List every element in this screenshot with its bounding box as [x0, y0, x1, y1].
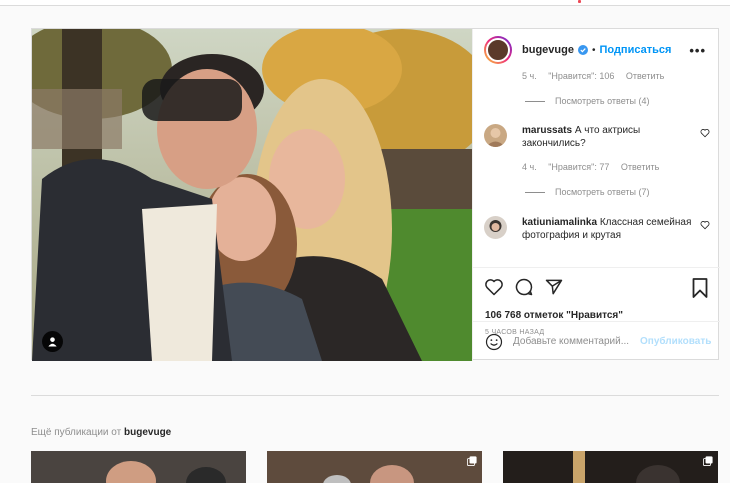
post-card: bugevuge • Подписаться ••• 5 ч. "Нравитс…	[31, 28, 720, 361]
likes-count[interactable]: 106 768 отметок "Нравится"	[485, 310, 623, 321]
comment-likes[interactable]: "Нравится": 106	[548, 71, 614, 81]
tagged-users-button[interactable]	[42, 331, 63, 352]
like-comment-icon[interactable]	[700, 128, 710, 138]
publication-thumbnail[interactable]	[267, 451, 482, 483]
comment-input[interactable]: Добавьте комментарий...	[513, 336, 637, 347]
header-separator: •	[591, 44, 596, 56]
thumbnail-image	[267, 451, 482, 483]
comments-list: 5 ч. "Нравится": 106 Ответить Посмотреть…	[473, 71, 720, 266]
view-replies-label: Посмотреть ответы (7)	[555, 187, 650, 197]
emoji-icon[interactable]	[485, 333, 503, 351]
more-publications-heading: Ещё публикации от bugevuge	[31, 427, 171, 438]
commenter-avatar[interactable]	[484, 124, 507, 147]
more-publications-prefix: Ещё публикации от	[31, 427, 122, 438]
publish-button[interactable]: Опубликовать	[640, 336, 711, 347]
post-header: bugevuge • Подписаться •••	[473, 29, 720, 71]
bookmark-icon[interactable]	[692, 278, 708, 298]
commenter-username[interactable]: katiuniamalinka	[522, 217, 597, 228]
commenter-username[interactable]: marussats	[522, 125, 572, 136]
section-divider	[31, 395, 719, 396]
comment-meta: 5 ч. "Нравится": 106 Ответить	[522, 71, 673, 81]
multiple-posts-icon	[467, 456, 477, 466]
reply-button[interactable]: Ответить	[626, 71, 664, 81]
author-username[interactable]: bugevuge	[522, 44, 574, 56]
author-avatar[interactable]	[484, 36, 512, 64]
publication-thumbnail[interactable]	[503, 451, 718, 483]
comment-age: 4 ч.	[522, 162, 537, 172]
publication-thumbnail[interactable]	[31, 451, 246, 483]
multiple-posts-icon	[703, 456, 713, 466]
notification-dot	[578, 0, 581, 3]
more-publications-user[interactable]: bugevuge	[124, 427, 171, 438]
view-replies-button[interactable]: Посмотреть ответы (7)	[525, 187, 650, 197]
photo-illustration	[32, 29, 472, 361]
comment-age: 5 ч.	[522, 71, 537, 81]
top-nav-bar	[0, 0, 730, 6]
like-comment-icon[interactable]	[700, 220, 710, 230]
heart-icon[interactable]	[484, 277, 504, 297]
follow-button[interactable]: Подписаться	[599, 44, 671, 56]
comment-icon[interactable]	[514, 277, 534, 297]
comment-meta: 4 ч. "Нравится": 77 Ответить	[522, 162, 668, 172]
add-comment-bar: Добавьте комментарий... Опубликовать	[473, 321, 720, 361]
view-replies-label: Посмотреть ответы (4)	[555, 96, 650, 106]
thumbnail-image	[503, 451, 718, 483]
thumbnail-image	[31, 451, 246, 483]
comment-text: marussats А что актрисы закончились?	[522, 124, 697, 150]
post-sidebar: bugevuge • Подписаться ••• 5 ч. "Нравитс…	[472, 29, 720, 361]
post-photo[interactable]	[32, 29, 472, 361]
view-replies-button[interactable]: Посмотреть ответы (4)	[525, 96, 650, 106]
commenter-avatar[interactable]	[484, 216, 507, 239]
comment-text: katiuniamalinka Классная семейная фотогр…	[522, 216, 697, 242]
user-icon	[48, 337, 57, 347]
comment-likes[interactable]: "Нравится": 77	[548, 162, 609, 172]
reply-button[interactable]: Ответить	[621, 162, 659, 172]
more-options-icon[interactable]: •••	[689, 43, 706, 58]
share-icon[interactable]	[544, 277, 564, 297]
verified-icon	[577, 45, 588, 55]
